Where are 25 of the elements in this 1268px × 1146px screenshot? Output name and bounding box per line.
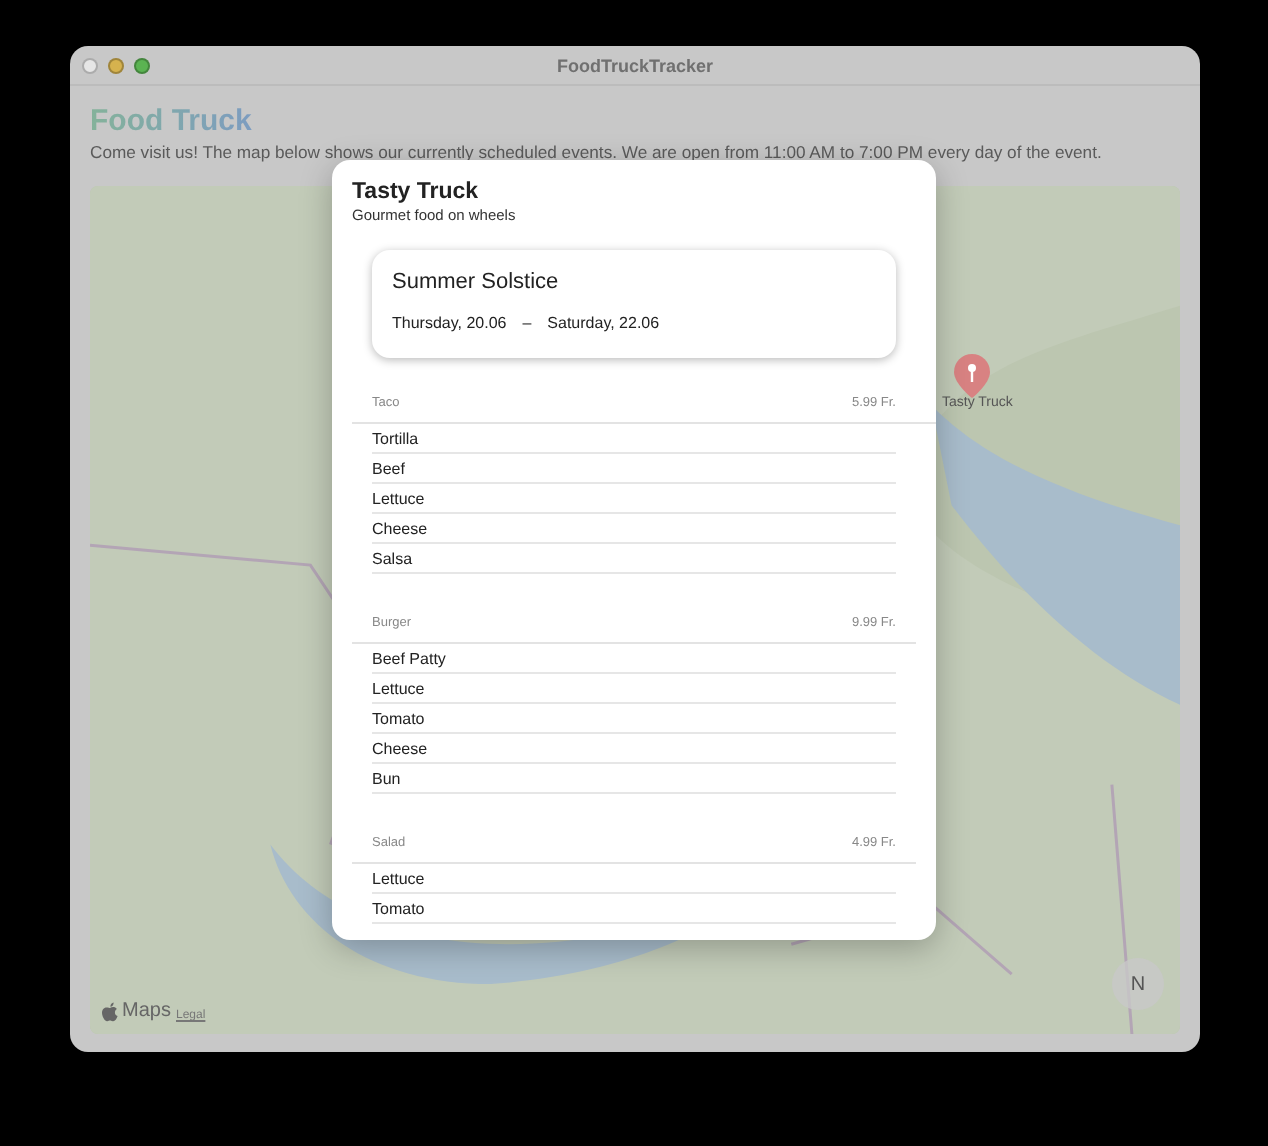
window-title: FoodTruckTracker: [556, 55, 714, 75]
ingredient-row: Cheese: [372, 734, 896, 764]
ingredient-row: Tortilla: [372, 424, 896, 454]
ingredient-row: Lettuce: [372, 864, 896, 894]
event-name: Summer Solstice: [392, 268, 561, 296]
app-description: Come visit us! The map below shows our currently scheduled events. We are open from 11:00 AM to 7:00 PM every day of the event.: [90, 140, 1104, 164]
ingredient-row: Tomato: [372, 894, 896, 924]
map-pin-icon[interactable]: [954, 354, 990, 398]
maps-logo-text: Maps: [122, 1000, 171, 1022]
event-start-date: Thursday, 20.06: [392, 314, 507, 334]
ingredient-row: Cheese: [372, 514, 896, 544]
date-separator: –: [522, 314, 532, 334]
ingredient-row: Lettuce: [372, 484, 896, 514]
ingredient-row: Beef: [372, 454, 896, 484]
ingredient-row: Salsa: [372, 544, 896, 574]
close-button[interactable]: [82, 57, 98, 73]
ingredient-row: Lettuce: [372, 674, 896, 704]
ingredient-row: Bun: [372, 764, 896, 794]
event-end-date: Saturday, 22.06: [547, 314, 660, 334]
apple-logo-icon: [102, 1001, 118, 1021]
ingredient-row: Beef Patty: [372, 644, 896, 674]
truck-name: Tasty Truck: [352, 178, 481, 206]
minimize-button[interactable]: [108, 57, 124, 73]
ingredient-row: Tomato: [372, 704, 896, 734]
zoom-button[interactable]: [134, 57, 150, 73]
